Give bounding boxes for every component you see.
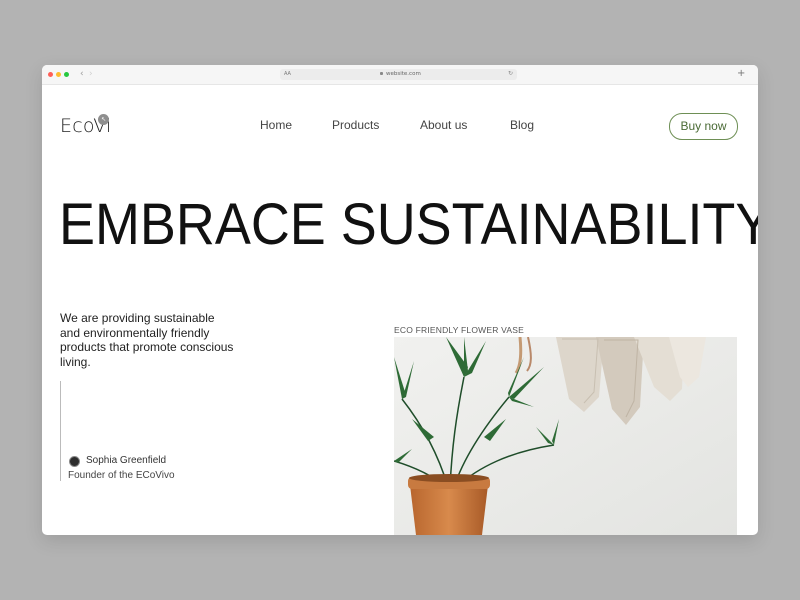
back-arrow-icon[interactable]: ‹ (80, 68, 84, 80)
avatar (69, 456, 80, 467)
forward-arrow-icon[interactable]: › (89, 68, 93, 80)
nav-home[interactable]: Home (260, 118, 292, 132)
maximize-window-button[interactable] (64, 72, 69, 77)
product-caption: ECO FRIENDLY FLOWER VASE (394, 325, 524, 335)
close-window-button[interactable] (48, 72, 53, 77)
lock-icon (380, 72, 383, 75)
nav-blog[interactable]: Blog (510, 118, 534, 132)
minimize-window-button[interactable] (56, 72, 61, 77)
browser-window: ‹ › AA website.com ↻ + EcoVi ↖ Home Prod… (42, 65, 758, 535)
address-bar[interactable]: AA website.com ↻ (280, 69, 517, 80)
nav-products[interactable]: Products (332, 118, 379, 132)
nav-about-us[interactable]: About us (420, 118, 467, 132)
buy-now-button[interactable]: Buy now (669, 113, 738, 140)
browser-toolbar: ‹ › AA website.com ↻ + (42, 65, 758, 85)
reader-mode-button[interactable]: AA (284, 70, 291, 79)
cursor-icon: ↖ (98, 114, 109, 125)
divider-line (60, 381, 61, 481)
reload-icon[interactable]: ↻ (508, 69, 513, 79)
intro-text: We are providing sustainable and environ… (60, 311, 234, 369)
author-title: Founder of the ECoVivo (68, 470, 175, 481)
product-photo[interactable] (394, 337, 737, 535)
hero-headline: EMBRACE SUSTAINABILITY (59, 192, 758, 257)
plant-illustration (394, 337, 737, 535)
url-text: website.com (386, 71, 421, 77)
author-name: Sophia Greenfield (86, 455, 167, 466)
new-tab-button[interactable]: + (737, 68, 745, 80)
